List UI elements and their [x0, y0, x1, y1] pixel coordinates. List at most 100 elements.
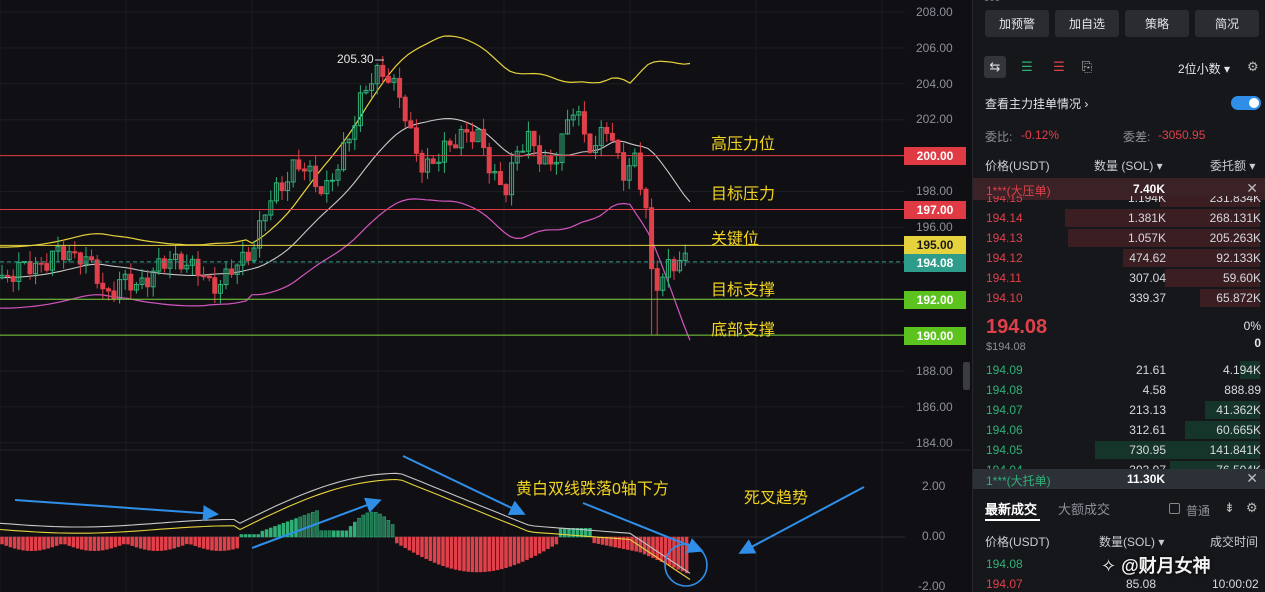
candle-body	[486, 147, 492, 174]
macd-bar	[277, 524, 281, 538]
close-icon[interactable]: ✕	[1246, 180, 1258, 197]
layout-trades-icon[interactable]: ⎘	[1076, 56, 1098, 78]
price-tick: 186.00	[916, 400, 953, 414]
row-qty: 21.61	[1135, 363, 1166, 377]
macd-bar	[353, 521, 357, 538]
candle-body	[72, 251, 78, 254]
candlestick-chart[interactable]	[0, 0, 970, 592]
candle-body	[111, 290, 117, 300]
candle-body	[245, 251, 251, 261]
bid-row[interactable]: 194.08 4.58 888.89	[973, 380, 1265, 400]
macd-bar	[340, 530, 344, 538]
settings-icon[interactable]: ⚙	[1246, 500, 1258, 516]
candle-body	[296, 159, 302, 170]
candle-body	[100, 282, 106, 290]
layout-asks-icon[interactable]: ☰	[1048, 56, 1070, 78]
close-icon[interactable]: ✕	[1246, 470, 1258, 487]
row-qty: 730.95	[1129, 443, 1166, 457]
settings-icon[interactable]: ⚙	[1247, 59, 1259, 75]
candle-body	[94, 259, 100, 284]
ask-row[interactable]: 194.14 1.381K 268.131K	[973, 208, 1265, 228]
diff-label: 委差:	[1123, 130, 1151, 144]
big-buy-order-bar[interactable]: 1***(大托单) 11.30K ✕	[973, 469, 1265, 489]
change-abs: 0	[1254, 336, 1261, 350]
macd-bar	[84, 536, 88, 551]
price-tick: 188.00	[916, 364, 953, 378]
trade-price: 194.07	[986, 577, 1023, 591]
bid-row[interactable]: 194.07 213.13 41.362K	[973, 400, 1265, 420]
summary-button[interactable]: 简况	[1195, 10, 1259, 37]
main-orders-link[interactable]: 查看主力挂单情况 ›	[985, 95, 1088, 112]
candle-body	[581, 111, 587, 135]
candle-body	[520, 150, 526, 153]
main-orders-toggle[interactable]	[1231, 96, 1261, 110]
add-watchlist-button[interactable]: 加自选	[1055, 10, 1119, 37]
macd-bar	[420, 536, 424, 558]
macd-bar	[42, 536, 46, 550]
macd-bar	[533, 536, 538, 556]
layout-bids-icon[interactable]: ☰	[1016, 56, 1038, 78]
candle-body	[643, 188, 649, 209]
ask-row[interactable]: 194.10 339.37 65.872K	[973, 288, 1265, 308]
decimals-select[interactable]: 2位小数 ▾	[1178, 60, 1230, 77]
candle-body	[654, 268, 660, 291]
candle-body	[61, 246, 67, 261]
macd-bar	[29, 536, 34, 551]
ask-row[interactable]: 194.12 474.62 92.133K	[973, 248, 1265, 268]
candle-body	[206, 275, 212, 279]
macd-bar	[395, 536, 399, 544]
macd-bar	[248, 534, 252, 538]
filter-label: 普通	[1186, 504, 1211, 518]
bid-row[interactable]: 194.05 730.95 141.841K	[973, 440, 1265, 460]
row-amount: 268.131K	[1209, 211, 1261, 225]
filter-checkbox[interactable]	[1169, 503, 1180, 514]
row-price: 194.13	[986, 231, 1023, 245]
candle-body	[671, 259, 677, 272]
layout-both-icon[interactable]: ⇆	[984, 56, 1006, 78]
candle-body	[318, 186, 324, 195]
tab-large-trades[interactable]: 大额成交	[1058, 499, 1110, 518]
macd-bar	[428, 536, 433, 561]
row-price: 194.10	[986, 291, 1023, 305]
macd-bar	[491, 536, 496, 571]
macd-bar	[521, 536, 525, 562]
macd-bar	[399, 536, 403, 546]
candle-body	[464, 129, 470, 133]
sort-icon[interactable]: ⇟	[1224, 500, 1235, 516]
col-amount-header[interactable]: 委托额 ▾	[1210, 157, 1255, 174]
macd-bar	[512, 536, 517, 566]
macd-bar	[38, 536, 42, 551]
macd-bar	[537, 536, 542, 554]
bid-row[interactable]: 194.09 21.61 4.194K	[973, 360, 1265, 380]
macd-bar	[67, 536, 71, 546]
candle-body	[402, 96, 408, 122]
col-qty-header[interactable]: 数量 (SOL) ▾	[1094, 157, 1163, 174]
macd-tick: 0.00	[922, 529, 946, 543]
ask-row[interactable]: 194.11 307.04 59.60K	[973, 268, 1265, 288]
ask-row[interactable]: 194.13 1.057K 205.263K	[973, 228, 1265, 248]
bid-row[interactable]: 194.06 312.61 60.665K	[973, 420, 1265, 440]
main-orders-label: 查看主力挂单情况	[985, 97, 1082, 111]
candle-body	[301, 168, 307, 172]
macd-bar	[227, 536, 231, 551]
candle-body	[201, 275, 207, 278]
macd-bar	[441, 536, 445, 567]
candle-body	[497, 171, 503, 186]
strategy-button[interactable]: 策略	[1125, 10, 1189, 37]
macd-bar	[327, 530, 332, 538]
macd-bar	[193, 536, 197, 546]
col-amount-text: 委托额	[1210, 159, 1247, 173]
macd-bar	[96, 536, 101, 551]
chart-scroll-handle[interactable]	[963, 362, 970, 390]
macd-bar	[600, 536, 605, 545]
row-qty: 339.37	[1129, 291, 1166, 305]
tab-latest-trades[interactable]: 最新成交	[985, 499, 1037, 518]
macd-bar	[332, 530, 336, 538]
macd-bar	[138, 536, 143, 549]
trades-col-qty[interactable]: 数量(SOL) ▾	[1099, 533, 1164, 550]
row-amount: 65.872K	[1216, 291, 1261, 305]
macd-bar	[71, 536, 76, 548]
macd-bar	[12, 536, 17, 549]
add-alert-button[interactable]: 加预警	[985, 10, 1049, 37]
macd-bar	[348, 526, 353, 538]
